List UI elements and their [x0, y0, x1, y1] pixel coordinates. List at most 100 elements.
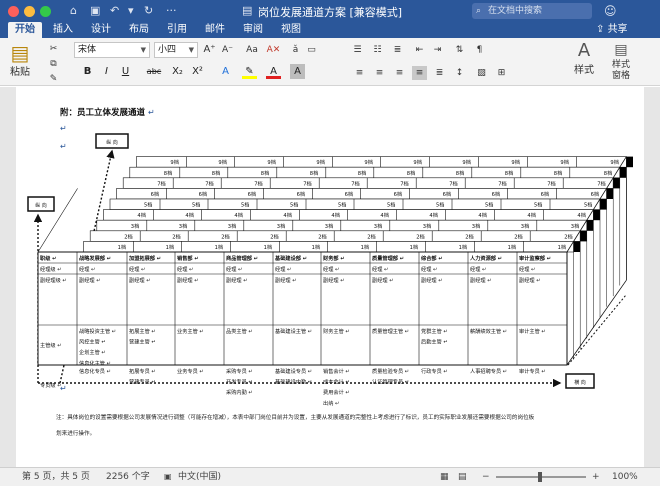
grade-label: 7档: [597, 179, 606, 187]
grade-label: 3档: [521, 222, 530, 230]
table-header: 基础建设部 ↵: [274, 254, 307, 262]
copy-icon[interactable]: ⧉: [46, 57, 61, 71]
table-cell: 副经理 ↵: [226, 276, 248, 284]
grade-label: 4档: [429, 211, 438, 219]
styles-pane-label[interactable]: 样式 窗格: [604, 60, 638, 82]
grade-label: 6档: [492, 190, 501, 198]
grade-step-3: [96, 219, 588, 232]
format-painter-icon[interactable]: ✎: [46, 72, 61, 86]
tab-review[interactable]: 审阅: [236, 22, 270, 38]
align-right-icon[interactable]: ≡: [392, 66, 407, 80]
tab-view[interactable]: 视图: [274, 22, 308, 38]
bold-button[interactable]: B: [80, 64, 95, 79]
tab-layout[interactable]: 布局: [122, 22, 156, 38]
table-header: 质量管理部 ↵: [372, 254, 404, 262]
clear-formatting-icon[interactable]: A✕: [266, 43, 281, 57]
zoom-level[interactable]: 100%: [612, 468, 638, 486]
table-cell: 营建专员 ↵: [129, 378, 156, 386]
dropdown-icon[interactable]: ▾: [128, 3, 134, 19]
grade-label: 7档: [303, 179, 312, 187]
bullets-icon[interactable]: ☰: [350, 43, 365, 57]
table-cell: 费用会计 ↵: [323, 388, 350, 396]
text-effects-button[interactable]: A: [218, 64, 233, 79]
align-left-icon[interactable]: ≡: [352, 66, 367, 80]
web-layout-icon[interactable]: ▤: [458, 468, 467, 486]
font-size-select[interactable]: 小四 ▼: [154, 42, 198, 58]
zoom-out-icon[interactable]: −: [482, 468, 490, 486]
justify-icon[interactable]: ≡: [412, 66, 427, 80]
tab-design[interactable]: 设计: [84, 22, 118, 38]
tab-insert[interactable]: 插入: [46, 22, 80, 38]
font-name-select[interactable]: 宋体 ▼: [74, 42, 150, 58]
styles-pane-icon[interactable]: ▤: [606, 40, 636, 60]
share-button[interactable]: ⇪ 共享: [596, 22, 628, 38]
word-count[interactable]: 2256 个字: [106, 468, 150, 486]
shading-icon[interactable]: ▨: [474, 66, 489, 80]
grade-label: 5档: [387, 201, 396, 209]
table-cell: 经理 ↵: [470, 265, 486, 273]
save-icon[interactable]: ▣: [90, 3, 100, 19]
paste-icon[interactable]: ▤: [6, 42, 34, 64]
close-window-button[interactable]: [8, 6, 19, 17]
paste-label[interactable]: 粘贴: [6, 66, 34, 80]
row-level-label: 副经理级 ↵: [40, 276, 67, 284]
proofing-icon[interactable]: ▣: [164, 468, 172, 486]
tab-home[interactable]: 开始: [8, 22, 42, 38]
table-header: 人力资源部 ↵: [470, 254, 502, 262]
print-layout-icon[interactable]: ▦: [440, 468, 449, 486]
character-shading-button[interactable]: A: [290, 64, 305, 79]
phonetic-guide-icon[interactable]: ǎ: [288, 43, 303, 57]
grade-label: 2档: [564, 232, 573, 240]
font-color-button[interactable]: A: [266, 64, 281, 79]
table-cell: 经理 ↵: [129, 265, 145, 273]
table-cell: 后勤主管 ↵: [421, 338, 448, 346]
distributed-icon[interactable]: ≣: [432, 66, 447, 80]
vertical-axis-top-label: 纵 向: [106, 139, 118, 146]
table-header: 财务部 ↵: [323, 254, 345, 262]
language[interactable]: 中文(中国): [178, 468, 221, 486]
change-case-button[interactable]: Aa: [242, 43, 262, 57]
grade-label: 7档: [547, 179, 556, 187]
table-cell: 质量管理主管 ↵: [372, 327, 409, 335]
styles-icon[interactable]: A: [568, 40, 600, 62]
shrink-font-icon[interactable]: A⁻: [220, 43, 235, 57]
highlight-icon[interactable]: ✎: [242, 64, 257, 79]
styles-label[interactable]: 样式: [568, 64, 600, 78]
strikethrough-button[interactable]: abc: [144, 64, 164, 79]
numbering-icon[interactable]: ☷: [370, 43, 385, 57]
status-bar: 第 5 页，共 5 页 2256 个字 ▣ 中文(中国) ▦ ▤ − + 100…: [0, 467, 660, 486]
minimize-window-button[interactable]: [24, 6, 35, 17]
table-cell: 财务主管 ↵: [323, 327, 350, 335]
character-border-icon[interactable]: ▭: [304, 43, 319, 57]
cut-icon[interactable]: ✂: [46, 42, 61, 56]
table-cell: 出纳 ↵: [323, 399, 339, 407]
align-center-icon[interactable]: ≡: [372, 66, 387, 80]
page-count[interactable]: 第 5 页，共 5 页: [22, 468, 90, 486]
increase-indent-icon[interactable]: ⇥: [430, 43, 445, 57]
show-formatting-icon[interactable]: ¶: [472, 43, 487, 57]
italic-button[interactable]: I: [99, 64, 114, 79]
zoom-in-icon[interactable]: +: [592, 468, 600, 486]
sort-icon[interactable]: ⇅: [452, 43, 467, 57]
maximize-window-button[interactable]: [40, 6, 51, 17]
more-icon[interactable]: ···: [166, 3, 177, 19]
subscript-button[interactable]: X₂: [170, 64, 185, 79]
multilevel-list-icon[interactable]: ≣: [390, 43, 405, 57]
borders-icon[interactable]: ⊞: [494, 66, 509, 80]
home-icon[interactable]: ⌂: [70, 3, 77, 19]
grade-label: 5档: [241, 201, 250, 209]
line-spacing-icon[interactable]: ↕: [452, 66, 467, 80]
redo-icon[interactable]: ↻: [144, 3, 153, 19]
tab-mailings[interactable]: 邮件: [198, 22, 232, 38]
superscript-button[interactable]: X²: [190, 64, 205, 79]
tab-references[interactable]: 引用: [160, 22, 194, 38]
decrease-indent-icon[interactable]: ⇤: [412, 43, 427, 57]
zoom-slider-thumb[interactable]: [538, 472, 542, 482]
undo-icon[interactable]: ↶: [110, 3, 119, 19]
user-icon[interactable]: ☺: [604, 3, 617, 19]
grade-label: 6档: [297, 190, 306, 198]
search-document-input[interactable]: ⌕ 在文档中搜索: [472, 3, 592, 19]
grade-label: 2档: [367, 232, 376, 240]
grow-font-icon[interactable]: A⁺: [202, 43, 217, 57]
underline-button[interactable]: U: [118, 64, 133, 79]
